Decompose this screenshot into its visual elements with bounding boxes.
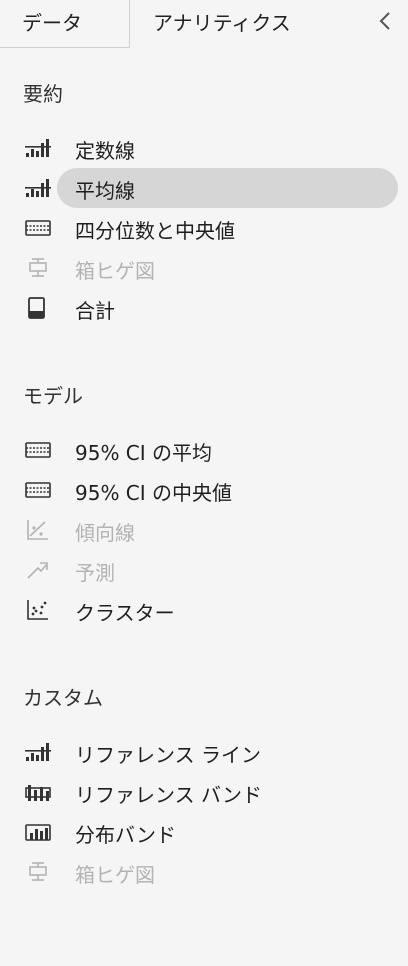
item-label: 定数線	[75, 139, 135, 163]
pane-tabs: データ アナリティクス	[0, 0, 408, 48]
item-quartiles-median[interactable]: 四分位数と中央値	[0, 208, 408, 248]
constant-line-icon	[25, 137, 51, 159]
item-label: 箱ヒゲ図	[75, 259, 155, 283]
item-distribution-band[interactable]: 分布バンド	[0, 812, 408, 852]
quartile-icon	[25, 217, 51, 239]
average-line-icon	[25, 177, 51, 199]
item-label: 平均線	[75, 179, 135, 203]
totals-icon	[25, 297, 51, 319]
item-reference-band[interactable]: リファレンス バンド	[0, 772, 408, 812]
forecast-icon	[25, 559, 51, 581]
item-label: 95% CI の平均	[75, 441, 213, 465]
item-trend-line[interactable]: 傾向線	[0, 510, 408, 550]
item-label: リファレンス ライン	[75, 743, 261, 767]
item-box-plot[interactable]: 箱ヒゲ図	[0, 248, 408, 288]
item-box-plot-custom[interactable]: 箱ヒゲ図	[0, 852, 408, 892]
ci-median-icon	[25, 479, 51, 501]
item-label: 箱ヒゲ図	[75, 863, 155, 887]
item-label: 傾向線	[75, 521, 135, 545]
item-cluster[interactable]: クラスター	[0, 590, 408, 630]
item-ci-mean[interactable]: 95% CI の平均	[0, 430, 408, 470]
item-label: 合計	[75, 299, 115, 323]
item-constant-line[interactable]: 定数線	[0, 128, 408, 168]
ci-mean-icon	[25, 439, 51, 461]
item-label: 予測	[75, 561, 115, 585]
item-label: リファレンス バンド	[75, 783, 262, 807]
trend-line-icon	[25, 519, 51, 541]
item-label: 95% CI の中央値	[75, 481, 233, 505]
tab-data[interactable]: データ	[0, 0, 130, 48]
item-totals[interactable]: 合計	[0, 288, 408, 328]
cluster-icon	[25, 599, 51, 621]
section-title-model: モデル	[23, 384, 83, 408]
item-ci-median[interactable]: 95% CI の中央値	[0, 470, 408, 510]
item-label: クラスター	[75, 601, 175, 625]
section-title-custom: カスタム	[23, 686, 103, 710]
item-label: 分布バンド	[75, 823, 176, 847]
box-plot-icon	[25, 257, 51, 279]
tab-analytics[interactable]: アナリティクス	[130, 0, 408, 48]
item-reference-line[interactable]: リファレンス ライン	[0, 732, 408, 772]
reference-band-icon	[25, 781, 51, 803]
item-forecast[interactable]: 予測	[0, 550, 408, 590]
item-average-line[interactable]: 平均線	[0, 168, 408, 208]
item-label: 四分位数と中央値	[75, 219, 235, 243]
section-title-summary: 要約	[23, 82, 63, 106]
chevron-left-icon[interactable]	[376, 10, 394, 32]
reference-line-icon	[25, 741, 51, 763]
box-plot-icon	[25, 861, 51, 883]
distribution-band-icon	[25, 821, 51, 843]
